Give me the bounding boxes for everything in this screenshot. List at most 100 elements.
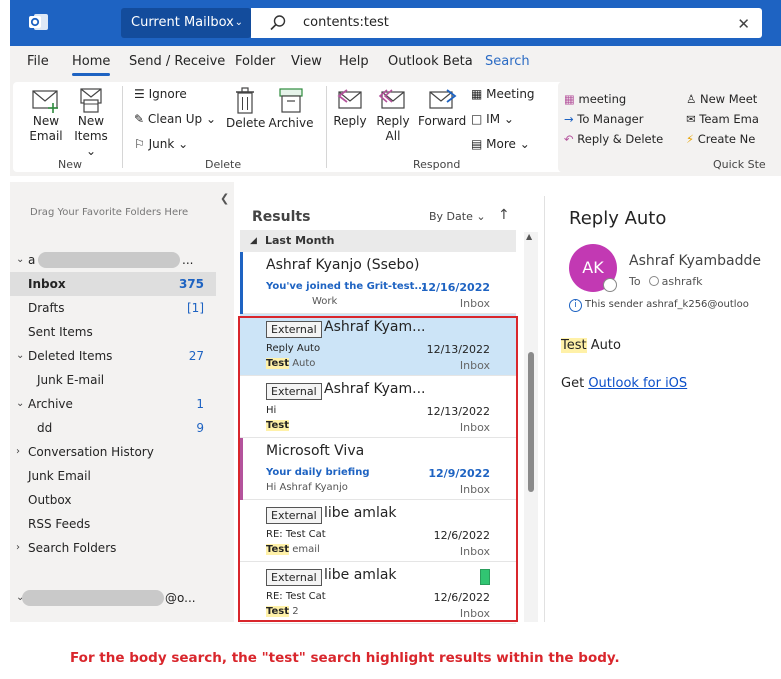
quick-step-reply-delete[interactable]: ↶ Reply & Delete bbox=[564, 131, 663, 147]
menu-search[interactable]: Search bbox=[485, 54, 530, 69]
folder-conversation-history[interactable]: › Conversation History bbox=[10, 440, 216, 464]
mail-item[interactable]: External libe amlak RE: Test Cat 12/6/20… bbox=[240, 562, 516, 624]
menu-send-receive[interactable]: Send / Receive bbox=[129, 54, 225, 69]
menu-view[interactable]: View bbox=[291, 54, 322, 69]
scrollbar[interactable]: ▲ bbox=[524, 232, 538, 622]
folder-inbox[interactable]: Inbox 375 bbox=[10, 272, 216, 296]
search-scope-dropdown[interactable]: Current Mailbox ⌄ bbox=[121, 8, 251, 38]
mail-item[interactable]: External Ashraf Kyam... Reply Auto 12/13… bbox=[240, 314, 516, 376]
folder-search-folders[interactable]: › Search Folders bbox=[10, 536, 216, 560]
folder-archive[interactable]: ⌄ Archive 1 bbox=[10, 392, 216, 416]
mail-preview: Test bbox=[266, 420, 290, 431]
menu-folder[interactable]: Folder bbox=[235, 54, 275, 69]
mail-date: 12/6/2022 bbox=[433, 591, 490, 604]
group-label-delete: Delete bbox=[205, 158, 242, 171]
mail-preview: Hi Ashraf Kyanjo bbox=[266, 482, 348, 493]
new-email-button[interactable]: New Email bbox=[26, 86, 66, 144]
outlook-window: Current Mailbox ⌄ contents:test ✕ File H… bbox=[0, 0, 781, 679]
mail-preview: Work bbox=[312, 296, 338, 307]
reading-pane: Reply Auto AK Ashraf Kyambadde To ashrafk… bbox=[544, 196, 781, 622]
ignore-button[interactable]: ☰ Ignore bbox=[134, 86, 187, 102]
clean-up-button[interactable]: ✎ Clean Up ⌄ bbox=[134, 111, 216, 127]
search-query-text: contents:test bbox=[303, 15, 389, 30]
mail-folder: Inbox bbox=[459, 297, 490, 310]
outlook-ios-link[interactable]: Outlook for iOS bbox=[588, 376, 687, 391]
folder-drafts[interactable]: Drafts [1] bbox=[10, 296, 216, 320]
mail-item[interactable]: Microsoft Viva Your daily briefing 12/9/… bbox=[240, 438, 516, 500]
new-items-button[interactable]: New Items ⌄ bbox=[71, 86, 111, 159]
scroll-thumb[interactable] bbox=[528, 352, 534, 492]
group-label-respond: Respond bbox=[413, 158, 461, 171]
new-items-label-2: Items ⌄ bbox=[74, 129, 108, 158]
sort-direction-icon[interactable]: ↑ bbox=[498, 207, 510, 223]
mail-folder: Inbox bbox=[459, 607, 490, 620]
external-tag: External bbox=[266, 321, 322, 338]
external-tag: External bbox=[266, 507, 322, 524]
chevron-down-icon: ⌄ bbox=[16, 254, 25, 265]
sort-dropdown[interactable]: By Date ⌄ bbox=[429, 210, 486, 223]
external-tag: External bbox=[266, 383, 322, 400]
folder-junk-email[interactable]: Junk Email bbox=[10, 464, 216, 488]
account-header-2[interactable]: ⌄ @o... bbox=[10, 586, 216, 610]
reply-icon bbox=[337, 89, 362, 109]
outlook-logo-icon bbox=[29, 14, 48, 30]
folder-junk-e-mail[interactable]: Junk E-mail bbox=[10, 368, 216, 392]
forward-button[interactable]: Forward bbox=[418, 86, 466, 129]
menu-home[interactable]: Home bbox=[72, 54, 111, 76]
collapse-pane-icon[interactable]: ❮ bbox=[220, 192, 229, 205]
mail-sender: Microsoft Viva bbox=[266, 443, 365, 459]
redacted-email bbox=[22, 590, 164, 606]
folder-deleted-items[interactable]: ⌄ Deleted Items 27 bbox=[10, 344, 216, 368]
archive-button[interactable]: Archive bbox=[268, 86, 314, 131]
scroll-up-icon[interactable]: ▲ bbox=[526, 232, 532, 241]
quick-step-team-email[interactable]: ✉ Team Ema bbox=[686, 111, 759, 127]
mail-sender: Ashraf Kyam... bbox=[324, 319, 426, 335]
folder-dd[interactable]: dd 9 bbox=[10, 416, 216, 440]
mail-folder: Inbox bbox=[459, 545, 490, 558]
mail-item[interactable]: External libe amlak RE: Test Cat 12/6/20… bbox=[240, 500, 516, 562]
folder-sent-items[interactable]: Sent Items bbox=[10, 320, 216, 344]
forward-icon bbox=[429, 89, 457, 109]
archive-label: Archive bbox=[268, 116, 314, 130]
recipient-name[interactable]: ashrafk bbox=[662, 275, 703, 288]
mail-item[interactable]: Ashraf Kyanjo (Ssebo) You've joined the … bbox=[240, 252, 516, 314]
account-header-1[interactable]: ⌄ a ... bbox=[10, 248, 216, 272]
mail-date: 12/16/2022 bbox=[420, 281, 490, 294]
folder-rss-feeds[interactable]: RSS Feeds bbox=[10, 512, 216, 536]
menu-outlook-beta[interactable]: Outlook Beta bbox=[388, 54, 473, 69]
more-button[interactable]: ▤ More ⌄ bbox=[471, 136, 530, 152]
quick-step-create-new[interactable]: ⚡ Create Ne bbox=[686, 131, 755, 147]
sender-name[interactable]: Ashraf Kyambadde bbox=[629, 253, 761, 269]
calendar-icon: ▦ bbox=[471, 87, 483, 101]
quick-step-meeting[interactable]: ▦ meeting bbox=[564, 91, 626, 107]
close-icon[interactable]: ✕ bbox=[737, 15, 750, 33]
junk-button[interactable]: ⚐ Junk ⌄ bbox=[134, 136, 188, 152]
group-header-last-month[interactable]: ◢ Last Month bbox=[240, 230, 516, 252]
unread-indicator bbox=[240, 252, 243, 314]
delete-label: Delete bbox=[226, 116, 266, 130]
search-input[interactable]: contents:test ✕ bbox=[251, 8, 762, 38]
message-body-line: Test Auto bbox=[561, 338, 621, 353]
menu-file[interactable]: File bbox=[27, 54, 49, 69]
menu-help[interactable]: Help bbox=[339, 54, 369, 69]
delete-button[interactable]: Delete bbox=[226, 86, 266, 131]
mail-item[interactable]: External Ashraf Kyam... Hi 12/13/2022 Te… bbox=[240, 376, 516, 438]
external-tag: External bbox=[266, 569, 322, 586]
presence-status-icon bbox=[603, 278, 617, 292]
meeting-button[interactable]: ▦ Meeting bbox=[471, 86, 535, 102]
new-email-icon bbox=[32, 90, 58, 113]
message-body-line: Get Outlook for iOS bbox=[561, 376, 688, 391]
chevron-down-icon: ⌄ bbox=[519, 137, 530, 151]
quick-step-to-manager[interactable]: → To Manager bbox=[564, 111, 643, 127]
reply-all-button[interactable]: Reply All bbox=[375, 86, 411, 144]
mail-subject: Reply Auto bbox=[266, 343, 321, 354]
reply-button[interactable]: Reply bbox=[332, 86, 368, 129]
new-email-label-1: New bbox=[32, 114, 60, 128]
quick-step-new-meeting[interactable]: ♙ New Meet bbox=[686, 91, 757, 107]
im-button[interactable]: □ IM ⌄ bbox=[471, 111, 514, 127]
chevron-down-icon: ⌄ bbox=[476, 210, 486, 223]
chevron-down-icon: ⌄ bbox=[16, 350, 25, 361]
folder-outbox[interactable]: Outbox bbox=[10, 488, 216, 512]
search-highlight: Test bbox=[266, 606, 290, 617]
search-highlight: Test bbox=[266, 544, 290, 555]
